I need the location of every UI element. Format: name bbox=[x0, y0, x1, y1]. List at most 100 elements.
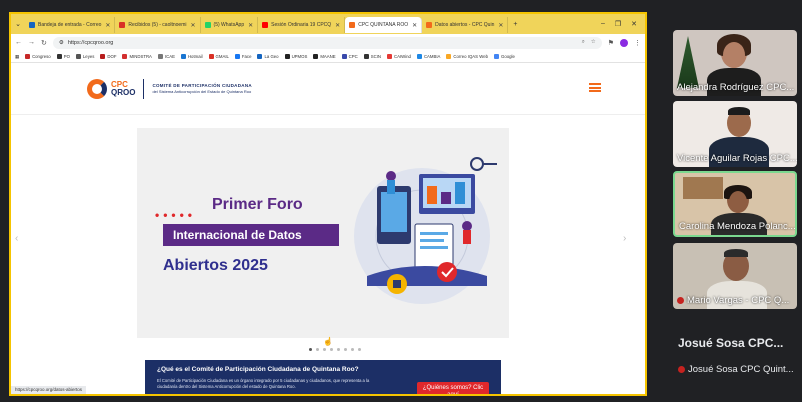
carousel-dot[interactable] bbox=[309, 348, 312, 351]
org-name: COMITÉ DE PARTICIPACIÓN CIUDADANA del Si… bbox=[152, 83, 251, 94]
bookmark[interactable]: UPMOS bbox=[284, 54, 307, 59]
tab-5[interactable]: Datos abiertos - CPC Quin ✕ bbox=[422, 17, 509, 33]
participant-hair bbox=[724, 249, 748, 257]
window-controls: – ❐ ✕ bbox=[601, 20, 645, 28]
bookmark-icon bbox=[157, 54, 163, 59]
bookmark-label: CPC bbox=[348, 54, 358, 59]
participant-tile[interactable]: Mario Vargas - CPC Q... bbox=[673, 243, 797, 309]
bookmark[interactable]: CPC bbox=[341, 54, 358, 59]
bookmark-icon bbox=[386, 54, 392, 59]
bookmark[interactable]: ICAE bbox=[157, 54, 175, 59]
bookmark[interactable]: MAANE bbox=[313, 54, 336, 59]
bookmark-label: MINDSTRA bbox=[129, 54, 152, 59]
bookmark[interactable]: Face bbox=[234, 54, 251, 59]
menu-icon[interactable]: ⋮ bbox=[634, 39, 641, 47]
close-icon[interactable]: ✕ bbox=[412, 22, 417, 29]
minimize-button[interactable]: – bbox=[601, 20, 605, 28]
bookmark-label: PO bbox=[63, 54, 70, 59]
carousel-next-icon[interactable]: › bbox=[623, 233, 626, 244]
mic-off-icon bbox=[677, 296, 684, 304]
web-page: CPC QROO COMITÉ DE PARTICIPACIÓN CIUDADA… bbox=[11, 63, 645, 394]
tab-label: (5) WhatsApp bbox=[213, 22, 245, 28]
maximize-button[interactable]: ❐ bbox=[615, 20, 621, 28]
url-text: https://cpcqroo.org bbox=[67, 39, 114, 46]
profile-avatar[interactable] bbox=[620, 38, 628, 47]
tab-1[interactable]: Recibidos (5) - caoltnoemi ✕ bbox=[115, 17, 201, 33]
address-bar[interactable]: ⚙ https://cpcqroo.org ⌕ ☆ bbox=[52, 36, 602, 49]
reload-icon[interactable]: ↻ bbox=[41, 39, 47, 47]
bookmark-icon bbox=[208, 54, 214, 59]
close-icon[interactable]: ✕ bbox=[191, 22, 196, 29]
bookmark-icon bbox=[25, 54, 31, 59]
hero-banner[interactable]: ••••• Primer Foro Internacional de Datos… bbox=[137, 128, 509, 338]
carousel-dot[interactable] bbox=[330, 348, 333, 351]
tab-search-icon[interactable]: ⌄ bbox=[11, 20, 25, 28]
extensions-icon[interactable]: ⚑ bbox=[608, 39, 614, 47]
status-bar-link: https://cpcqroo.org/datos-abiertos bbox=[11, 386, 87, 394]
star-icon[interactable]: ☆ bbox=[591, 39, 596, 46]
tab-label: CPC QUINTANA ROO bbox=[358, 22, 409, 28]
site-logo[interactable]: CPC QROO bbox=[111, 80, 135, 97]
carousel-dot[interactable] bbox=[323, 348, 326, 351]
bookmark-icon bbox=[416, 54, 422, 59]
close-icon[interactable]: ✕ bbox=[248, 22, 253, 29]
bookmark[interactable]: Correo IQAS Web bbox=[446, 54, 488, 59]
tab-favicon bbox=[349, 22, 356, 28]
open-data-illustration bbox=[354, 157, 497, 304]
bookmark[interactable]: La Geo bbox=[257, 54, 279, 59]
hamburger-menu-icon[interactable] bbox=[589, 83, 601, 92]
tab-favicon bbox=[119, 22, 126, 28]
carousel-dot[interactable] bbox=[316, 348, 319, 351]
bookmark[interactable]: Google bbox=[493, 54, 515, 59]
participant-face bbox=[729, 191, 747, 213]
bookmark[interactable]: GMAIL bbox=[208, 54, 229, 59]
back-icon[interactable]: ← bbox=[15, 39, 22, 46]
bookmark[interactable]: Leyes bbox=[75, 54, 94, 59]
carousel-dot[interactable] bbox=[358, 348, 361, 351]
room-shelf bbox=[683, 177, 723, 199]
bookmark[interactable]: DOF bbox=[100, 54, 116, 59]
christmas-tree bbox=[677, 36, 699, 88]
participant-tile[interactable]: Vicente Aguilar Rojas CPC... bbox=[673, 101, 797, 167]
bookmark[interactable]: CAMBIA bbox=[416, 54, 440, 59]
tab-4[interactable]: CPC QUINTANA ROO ✕ bbox=[345, 17, 423, 33]
apps-icon[interactable]: ▦ bbox=[15, 54, 19, 60]
close-icon[interactable]: ✕ bbox=[498, 22, 503, 29]
close-icon[interactable]: ✕ bbox=[105, 22, 110, 29]
tab-3[interactable]: Sesión Ordinaria 19 CPCQ ✕ bbox=[258, 17, 346, 33]
bookmark-icon bbox=[122, 54, 128, 59]
carousel-dot[interactable] bbox=[351, 348, 354, 351]
forward-icon[interactable]: → bbox=[28, 39, 35, 46]
bookmark-icon bbox=[341, 54, 347, 59]
about-body: El Comité de Participación Ciudadana es … bbox=[157, 378, 370, 389]
participant-tile[interactable]: Alejandra Rodríguez CPC... bbox=[673, 30, 797, 96]
carousel-indicators bbox=[309, 348, 361, 351]
zoom-icon[interactable]: ⌕ bbox=[582, 39, 585, 46]
carousel-prev-icon[interactable]: ‹ bbox=[15, 233, 18, 244]
participant-tile[interactable]: Carolina Mendoza Polanc... bbox=[673, 171, 797, 237]
close-window-button[interactable]: ✕ bbox=[631, 20, 637, 28]
screen: ⌄ Bandeja de entrada - Correo ✕ Recibidos… bbox=[0, 0, 802, 402]
site-info-icon[interactable]: ⚙ bbox=[59, 40, 64, 46]
site-header: CPC QROO COMITÉ DE PARTICIPACIÓN CIUDADA… bbox=[11, 63, 645, 115]
tab-2[interactable]: (5) WhatsApp ✕ bbox=[201, 17, 259, 33]
bookmark[interactable]: Hotmail bbox=[180, 54, 203, 59]
bookmark[interactable]: PO bbox=[56, 54, 70, 59]
close-icon[interactable]: ✕ bbox=[335, 22, 340, 29]
carousel-dot[interactable] bbox=[344, 348, 347, 351]
bookmark[interactable]: Congreso bbox=[25, 54, 51, 59]
participant-face bbox=[723, 42, 745, 68]
cpc-logo-icon[interactable] bbox=[87, 78, 107, 99]
bookmark-label: Hotmail bbox=[187, 54, 203, 59]
bookmark[interactable]: SCIN bbox=[363, 54, 381, 59]
who-we-are-button[interactable]: ¿Quiénes somos? Clic aquí bbox=[417, 382, 489, 394]
tab-favicon bbox=[262, 22, 269, 28]
bookmark-label: La Geo bbox=[264, 54, 279, 59]
tab-0[interactable]: Bandeja de entrada - Correo ✕ bbox=[25, 17, 116, 33]
bookmark[interactable]: MINDSTRA bbox=[122, 54, 152, 59]
carousel-dot[interactable] bbox=[337, 348, 340, 351]
new-tab-button[interactable]: + bbox=[508, 21, 522, 28]
bookmark-icon bbox=[363, 54, 369, 59]
bookmark[interactable]: CAIWind bbox=[386, 54, 411, 59]
about-section: ¿Qué es el Comité de Participación Ciuda… bbox=[145, 360, 501, 394]
